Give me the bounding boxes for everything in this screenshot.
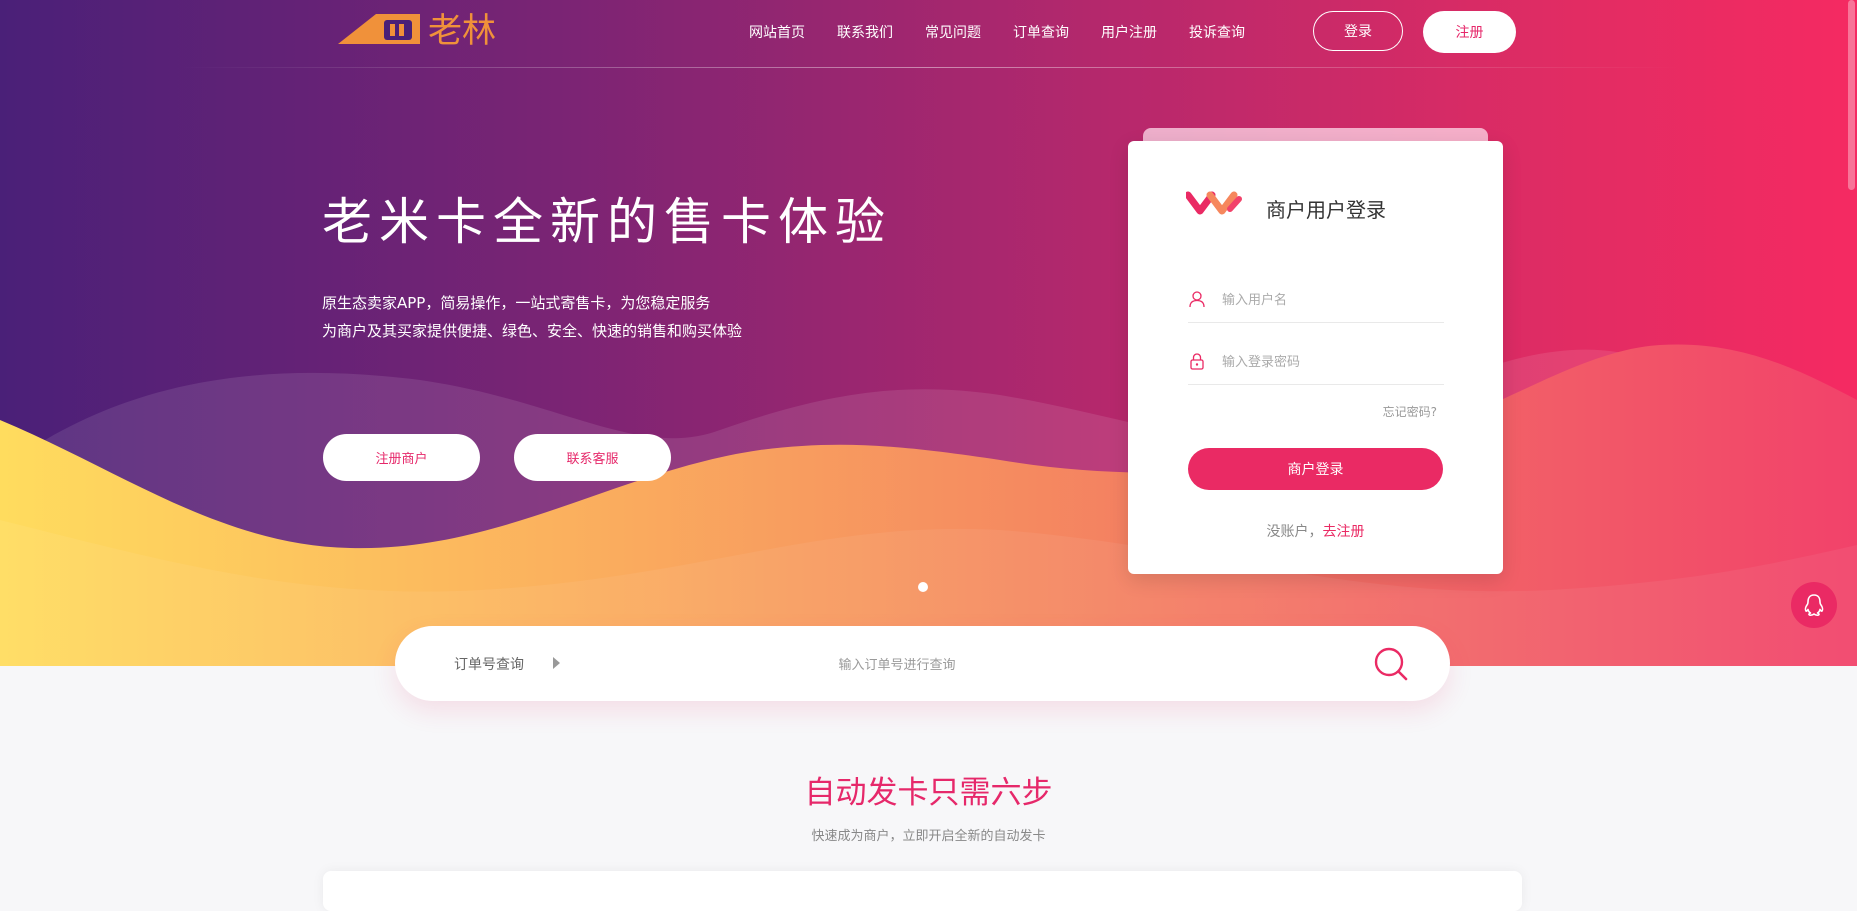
section-title: 自动发卡只需六步 bbox=[804, 775, 1053, 811]
nav-item-complaint-query[interactable]: 投诉查询 bbox=[1189, 22, 1245, 42]
merchant-login-card: 商户用户登录 忘记密码? 商户登录 没账户，去注册 bbox=[1128, 141, 1503, 574]
nav-item-home[interactable]: 网站首页 bbox=[749, 22, 805, 42]
scrollbar-thumb[interactable] bbox=[1848, 0, 1855, 190]
qq-penguin-icon bbox=[1804, 594, 1824, 616]
main-nav: 网站首页 联系我们 常见问题 订单查询 用户注册 投诉查询 bbox=[749, 22, 1277, 42]
nav-item-order-query[interactable]: 订单查询 bbox=[1013, 22, 1069, 42]
go-register-link[interactable]: 去注册 bbox=[1323, 524, 1365, 540]
hero-banner bbox=[0, 0, 1857, 666]
caret-right-icon[interactable] bbox=[553, 657, 560, 669]
search-icon[interactable] bbox=[1371, 644, 1411, 684]
username-field bbox=[1188, 278, 1444, 323]
password-field bbox=[1188, 340, 1444, 385]
hero-title: 老米卡全新的售卡体验 bbox=[322, 193, 892, 251]
forgot-password-link[interactable]: 忘记密码? bbox=[1383, 403, 1437, 420]
header-divider bbox=[180, 67, 1680, 68]
logo-text: 老林 bbox=[428, 11, 496, 48]
merchant-login-button[interactable]: 商户登录 bbox=[1188, 448, 1443, 490]
contact-service-button[interactable]: 联系客服 bbox=[514, 434, 671, 481]
no-account-text: 没账户， bbox=[1266, 524, 1323, 540]
nav-item-faq[interactable]: 常见问题 bbox=[925, 22, 981, 42]
hero-subtitle-line-1: 原生态卖家APP，简易操作，一站式寄售卡，为您稳定服务 bbox=[322, 294, 711, 312]
section-subtitle: 快速成为商户，立即开启全新的自动发卡 bbox=[811, 829, 1046, 844]
search-type-selector[interactable]: 订单号查询 bbox=[454, 654, 524, 674]
hero-waves bbox=[0, 344, 1857, 666]
qq-service-button[interactable] bbox=[1791, 582, 1837, 628]
password-input[interactable] bbox=[1220, 348, 1444, 376]
steps-panel bbox=[323, 871, 1522, 911]
username-input[interactable] bbox=[1220, 286, 1444, 314]
order-number-input[interactable] bbox=[665, 650, 1129, 680]
order-search-bar: 订单号查询 bbox=[395, 626, 1450, 701]
user-icon bbox=[1189, 291, 1205, 308]
register-prompt: 没账户，去注册 bbox=[1128, 521, 1503, 541]
nav-item-user-register[interactable]: 用户注册 bbox=[1101, 22, 1157, 42]
header-login-button[interactable]: 登录 bbox=[1313, 11, 1403, 51]
card-brand-icon bbox=[1186, 191, 1242, 215]
lock-icon bbox=[1190, 353, 1204, 370]
login-card-title: 商户用户登录 bbox=[1266, 198, 1386, 222]
carousel-dot[interactable] bbox=[918, 582, 928, 592]
page-scrollbar[interactable] bbox=[1846, 0, 1857, 666]
nav-item-contact[interactable]: 联系我们 bbox=[837, 22, 893, 42]
register-merchant-button[interactable]: 注册商户 bbox=[323, 434, 480, 481]
hero-subtitle-line-2: 为商户及其买家提供便捷、绿色、安全、快速的销售和购买体验 bbox=[322, 322, 743, 340]
header-register-button[interactable]: 注册 bbox=[1423, 11, 1516, 53]
site-logo[interactable]: 老林 bbox=[338, 6, 518, 48]
